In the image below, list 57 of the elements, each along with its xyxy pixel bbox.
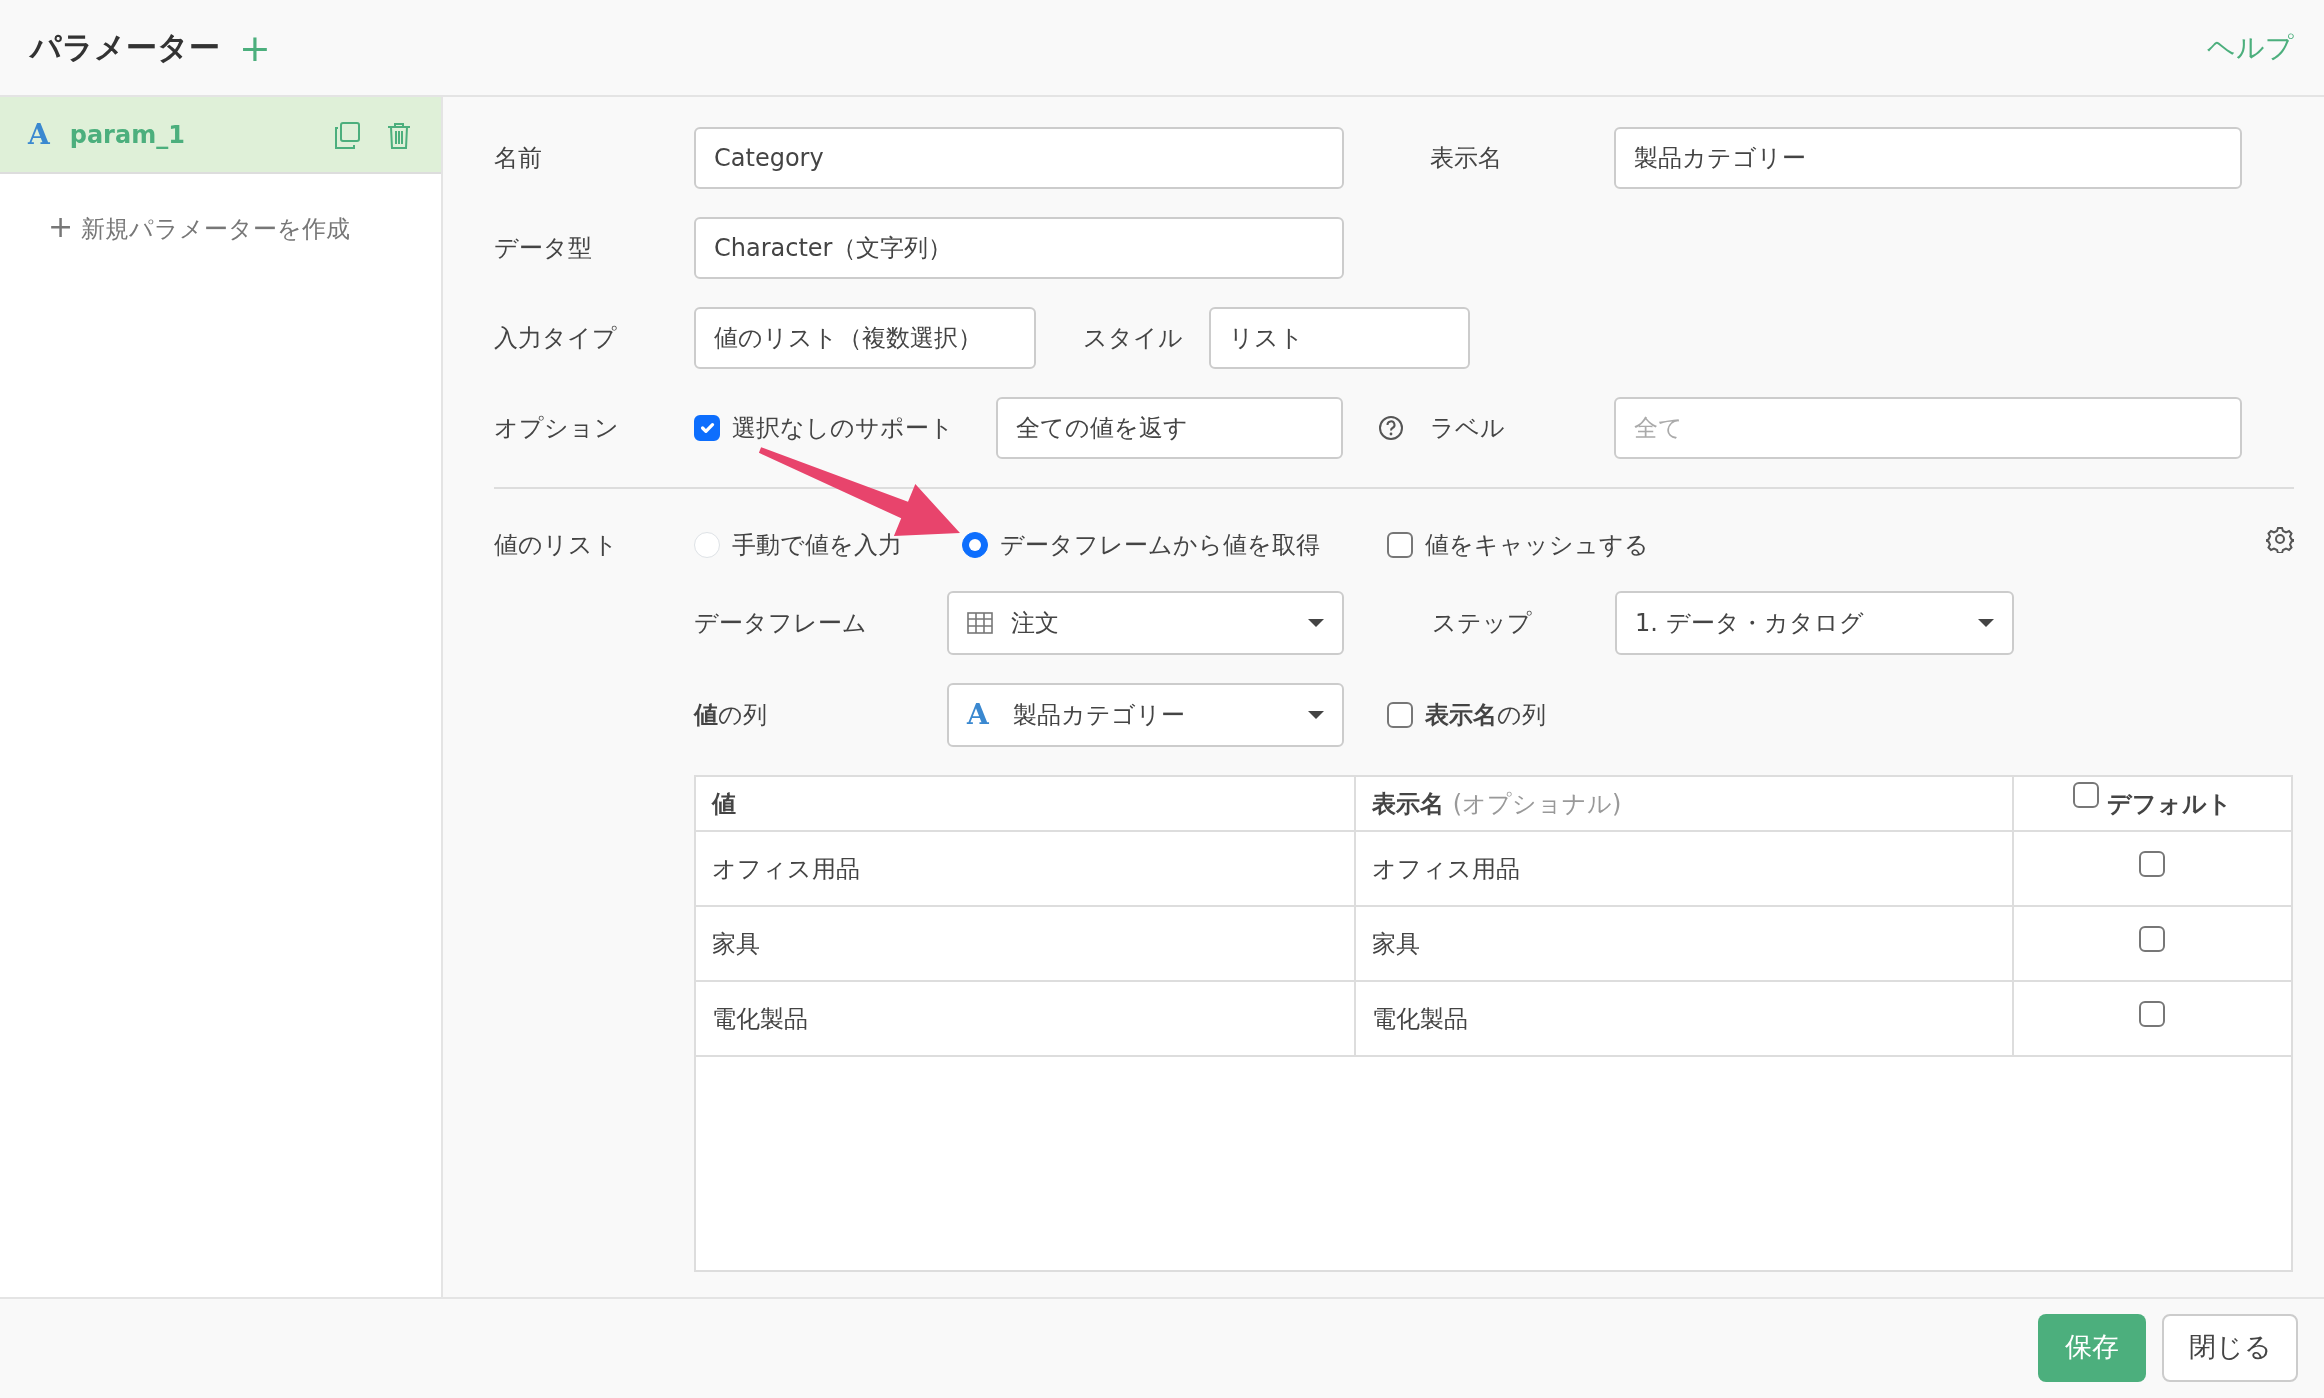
- page-title: パラメーター: [30, 28, 220, 68]
- type-icon: A: [967, 694, 989, 736]
- text-field[interactable]: 製品カテゴリー: [1614, 127, 2242, 189]
- table-cell: オフィス用品: [1355, 831, 2013, 906]
- table-cell: 家具: [696, 906, 1356, 981]
- close-button[interactable]: 閉じる: [2162, 1313, 2298, 1382]
- type-icon: A: [28, 113, 50, 156]
- radio-button[interactable]: [962, 532, 988, 558]
- checkbox[interactable]: [1387, 702, 1413, 728]
- checkbox-label: 値をキャッシュする: [1425, 530, 1649, 561]
- caret-icon: [1978, 619, 1994, 627]
- dropdown[interactable]: 注文: [947, 591, 1344, 655]
- column-header: デフォルト: [2106, 789, 2232, 818]
- text-field[interactable]: 全て: [1614, 397, 2242, 459]
- dropdown[interactable]: リスト: [1209, 307, 1470, 369]
- checkbox[interactable]: [1387, 532, 1413, 558]
- table-cell: 電化製品: [1355, 981, 2013, 1056]
- checkbox-label: 表示名の列: [1425, 700, 1546, 731]
- trash-icon: [385, 120, 413, 149]
- dropdown[interactable]: Character（文字列）: [694, 217, 1344, 279]
- field-label: ステップ: [1432, 608, 1533, 639]
- checkbox[interactable]: [694, 415, 720, 441]
- dropdown[interactable]: A 製品カテゴリー: [947, 683, 1344, 747]
- radio-label: データフレームから値を取得: [1000, 530, 1320, 561]
- field-label: データ型: [494, 233, 593, 264]
- field-label: ラベル: [1430, 413, 1506, 444]
- column-header: 表示名 (オプショナル): [1372, 789, 1622, 818]
- field-label: 値のリスト: [494, 530, 619, 561]
- checkbox[interactable]: [2072, 781, 2099, 808]
- field-label: 値の列: [694, 700, 768, 731]
- checkbox-label: 選択なしのサポート: [732, 413, 954, 444]
- text-field[interactable]: Category: [694, 127, 1344, 189]
- checkbox[interactable]: [2139, 850, 2166, 877]
- new-parameter-link[interactable]: + 新規パラメーターを作成: [48, 204, 351, 249]
- field-label: 名前: [494, 143, 543, 174]
- table-cell: 家具: [1355, 906, 2013, 981]
- dropdown[interactable]: 全ての値を返す: [996, 397, 1343, 459]
- radio-label: 手動で値を入力: [732, 530, 902, 561]
- settings-icon: [2266, 525, 2294, 553]
- field-label: 表示名: [1430, 143, 1503, 174]
- parameter-name: param_1: [69, 119, 185, 151]
- checkbox[interactable]: [2139, 925, 2166, 952]
- dropdown[interactable]: 値のリスト（複数選択）: [694, 307, 1036, 369]
- field-label: スタイル: [1083, 323, 1184, 354]
- copy-icon: [333, 120, 361, 149]
- help-icon: [1378, 415, 1404, 441]
- column-header: 値: [696, 777, 1356, 831]
- field-label: オプション: [494, 413, 620, 444]
- field-label: 入力タイプ: [494, 323, 618, 354]
- table-cell: 電化製品: [696, 981, 1356, 1056]
- caret-icon: [1308, 711, 1324, 719]
- checkbox[interactable]: [2139, 1000, 2166, 1027]
- table-cell: オフィス用品: [696, 831, 1356, 906]
- dropdown[interactable]: 1. データ・カタログ: [1615, 591, 2014, 655]
- table-icon: [967, 612, 993, 634]
- caret-icon: [1308, 619, 1324, 627]
- field-label: データフレーム: [694, 608, 868, 639]
